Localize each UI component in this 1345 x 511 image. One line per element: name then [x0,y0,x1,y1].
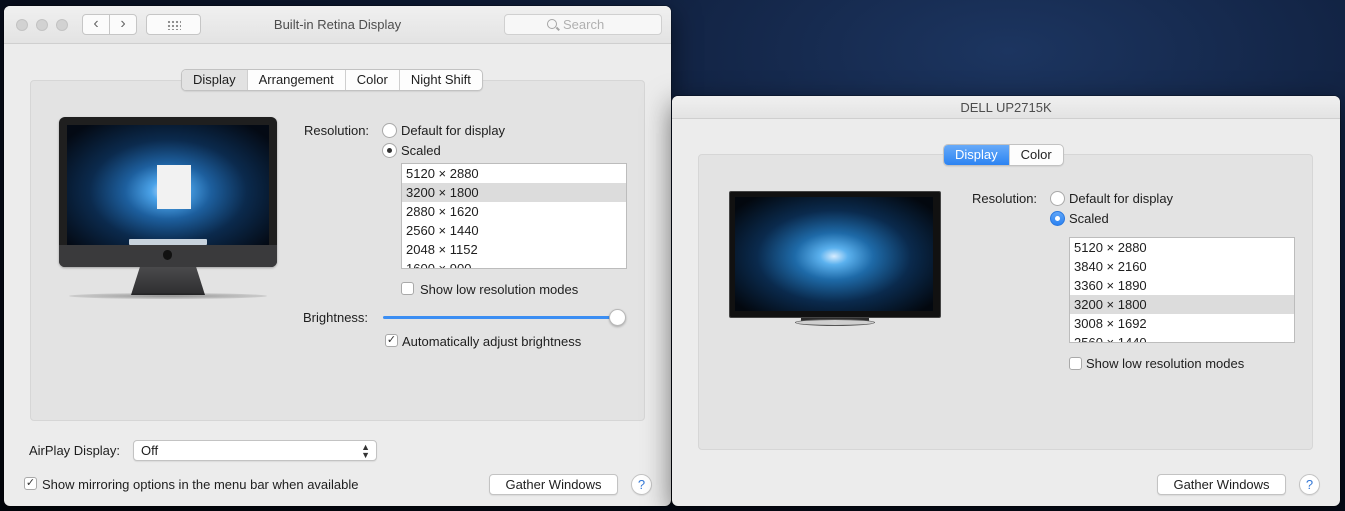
list-item[interactable]: 3840 × 2160 [1070,257,1294,276]
list-item[interactable]: 3360 × 1890 [1070,276,1294,295]
search-input[interactable] [563,16,658,33]
list-item[interactable]: 2880 × 1620 [402,202,626,221]
list-item-selected[interactable]: 3200 × 1800 [1070,295,1294,314]
list-item[interactable]: 3008 × 1692 [1070,314,1294,333]
airplay-display-value: Off [141,443,159,458]
show-low-res-label: Show low resolution modes [1086,356,1245,371]
titlebar: DELL UP2715K [672,96,1340,119]
tab-display[interactable]: Display [182,70,247,90]
auto-brightness-checkbox[interactable]: ✓ [385,334,398,347]
list-item[interactable]: 5120 × 2880 [402,164,626,183]
help-button[interactable]: ? [631,474,652,495]
radio-scaled[interactable] [382,143,397,158]
brightness-slider-knob[interactable] [609,309,626,326]
search-icon [547,19,557,29]
brightness-label: Brightness: [303,310,369,325]
airplay-display-label: AirPlay Display: [29,443,121,458]
radio-default-label: Default for display [401,123,506,138]
radio-default-for-display[interactable] [382,123,397,138]
radio-default-label: Default for display [1069,191,1174,206]
window-title: DELL UP2715K [960,100,1052,115]
tab-night-shift[interactable]: Night Shift [398,70,482,90]
list-item[interactable]: 2560 × 1440 [1070,333,1294,342]
list-item-selected[interactable]: 3200 × 1800 [402,183,626,202]
tab-color[interactable]: Color [344,70,399,90]
radio-default-for-display[interactable] [1050,191,1065,206]
tab-bar: Display Color [943,144,1064,166]
search-field[interactable] [504,14,662,35]
tab-arrangement[interactable]: Arrangement [246,70,345,90]
list-item[interactable]: 2048 × 1152 [402,240,626,259]
mirroring-options-label: Show mirroring options in the menu bar w… [42,477,359,492]
resolution-label: Resolution: [304,123,370,138]
mirroring-options-checkbox[interactable]: ✓ [24,477,37,490]
checkmark-icon: ✓ [25,477,36,489]
built-in-display-window: ‹ › Built-in Retina Display Resolution: [4,6,671,506]
radio-scaled-label: Scaled [1069,211,1109,226]
auto-brightness-label: Automatically adjust brightness [402,334,582,349]
list-item[interactable]: 1600 × 900 [402,259,626,268]
resolution-list[interactable]: 5120 × 2880 3840 × 2160 3360 × 1890 3200… [1069,237,1295,343]
gather-windows-button[interactable]: Gather Windows [489,474,618,495]
display-settings-panel: Resolution: Default for display Scaled 5… [698,154,1313,450]
tab-display[interactable]: Display [944,145,1009,165]
radio-scaled-label: Scaled [401,143,441,158]
resolution-list[interactable]: 5120 × 2880 3200 × 1800 2880 × 1620 2560… [401,163,627,269]
checkmark-icon: ✓ [386,334,397,346]
tab-bar: Display Arrangement Color Night Shift [181,69,483,91]
list-item[interactable]: 5120 × 2880 [1070,238,1294,257]
help-button[interactable]: ? [1299,474,1320,495]
tab-color[interactable]: Color [1008,145,1063,165]
display-settings-panel: Resolution: Default for display Scaled 5… [30,80,645,421]
airplay-display-popup[interactable]: Off ▲ ▼ [133,440,377,461]
resolution-label: Resolution: [972,191,1038,206]
show-low-res-checkbox[interactable] [1069,357,1082,370]
brightness-slider[interactable] [383,316,617,319]
apple-logo-icon [163,250,172,260]
show-low-res-checkbox[interactable] [401,282,414,295]
radio-scaled[interactable] [1050,211,1065,226]
popup-arrows-icon: ▲ ▼ [361,442,370,460]
dell-display-window: DELL UP2715K Resolution: Default for dis… [672,96,1340,506]
titlebar: ‹ › Built-in Retina Display [4,6,671,44]
show-low-res-label: Show low resolution modes [420,282,579,297]
list-item[interactable]: 2560 × 1440 [402,221,626,240]
gather-windows-button[interactable]: Gather Windows [1157,474,1286,495]
